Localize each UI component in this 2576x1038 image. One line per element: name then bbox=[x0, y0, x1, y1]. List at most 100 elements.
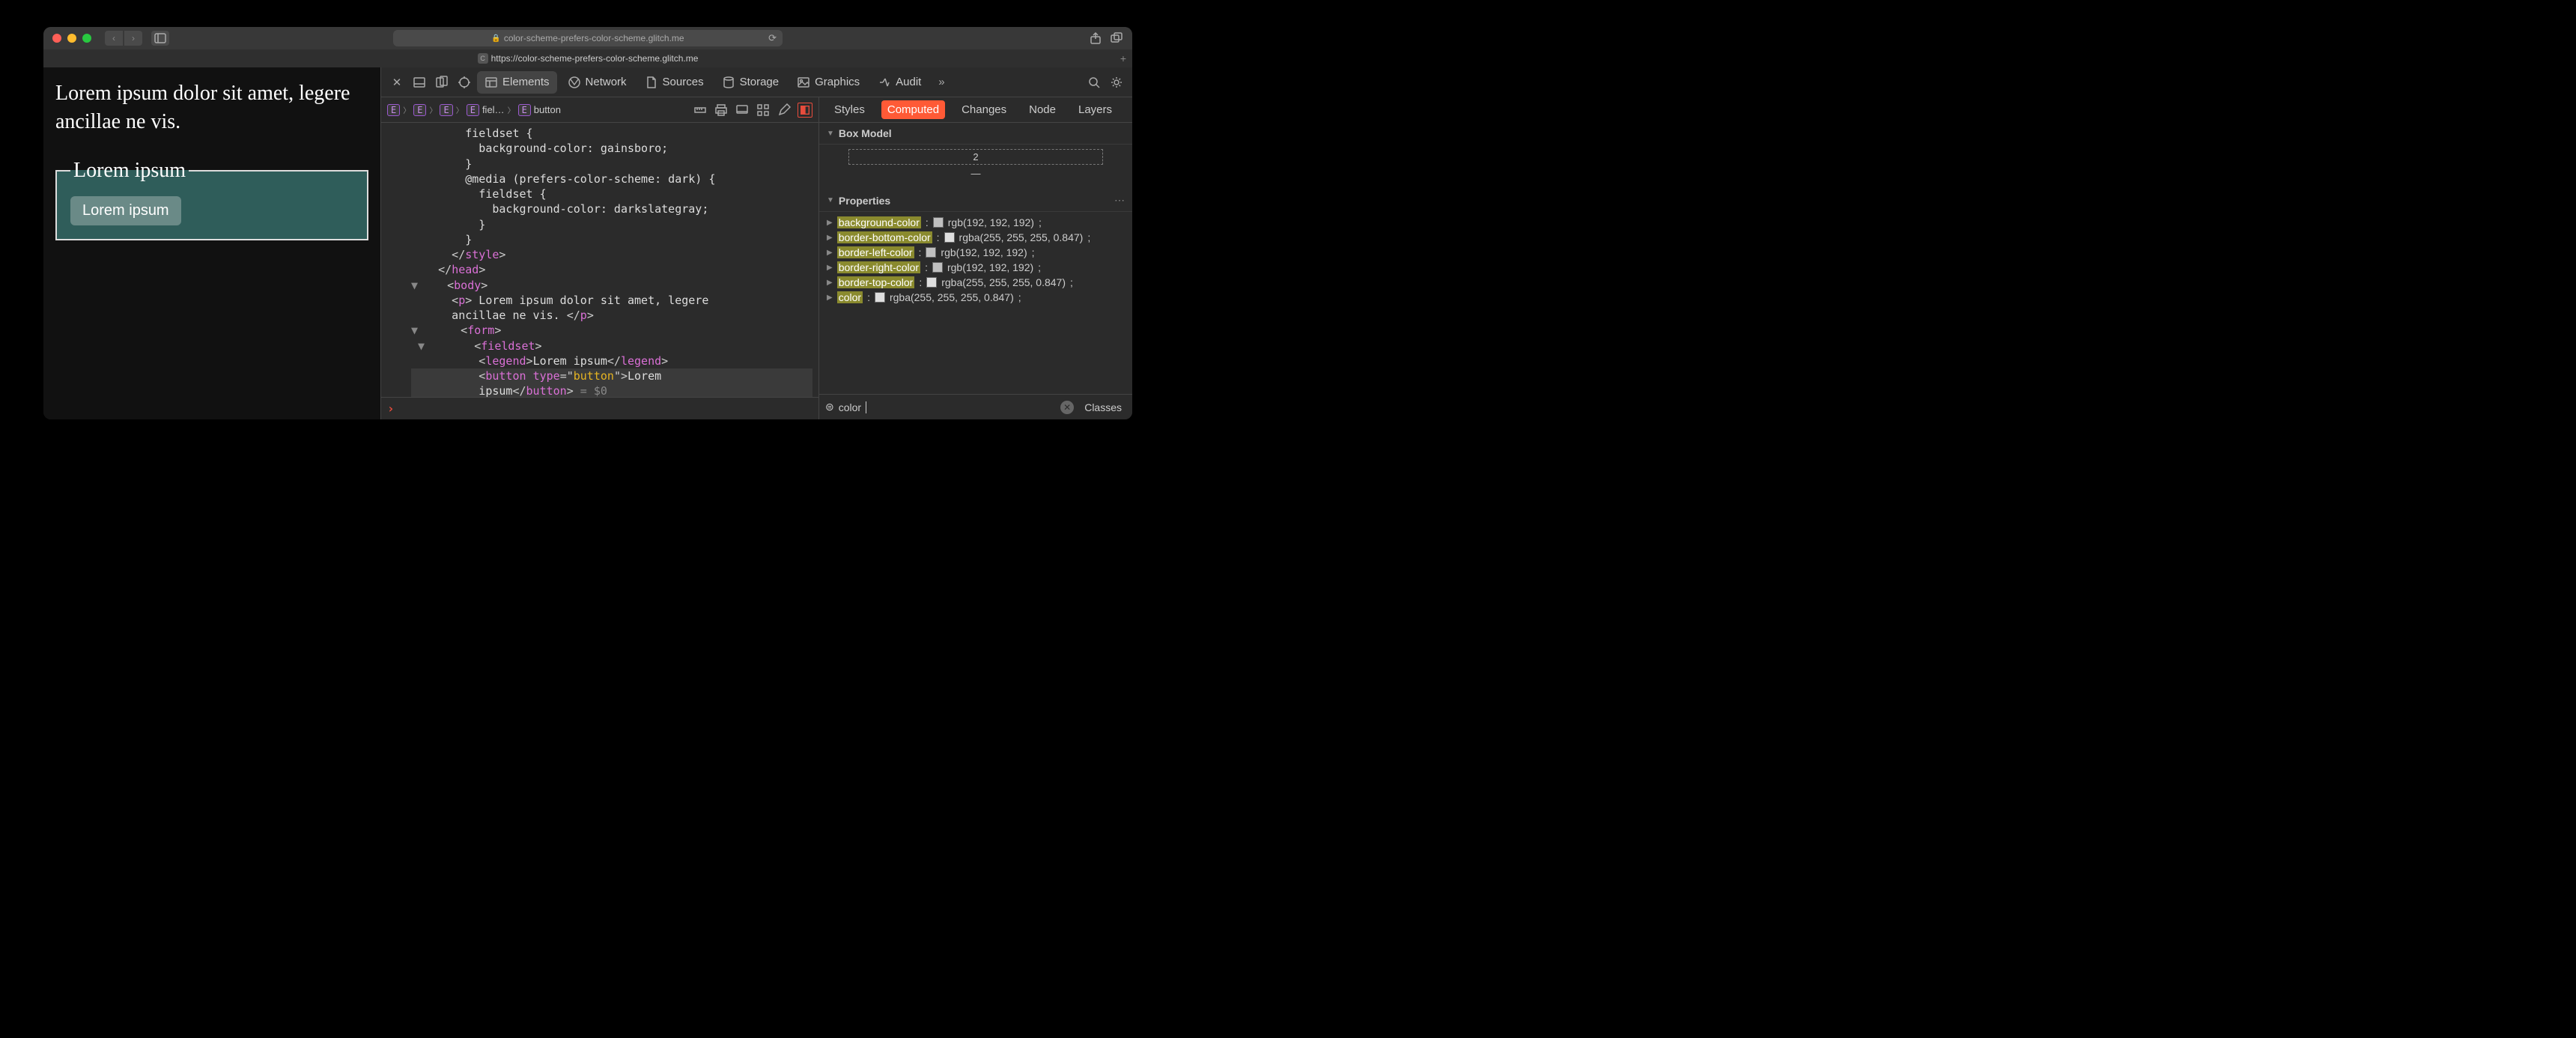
color-swatch[interactable] bbox=[932, 262, 943, 273]
color-swatch[interactable] bbox=[926, 277, 937, 288]
page-paragraph: Lorem ipsum dolor sit amet, legere ancil… bbox=[55, 79, 368, 136]
devtools-tabbar: ✕ Elements Network Sources bbox=[381, 67, 1132, 97]
color-swatch[interactable] bbox=[875, 292, 885, 303]
breadcrumb-item[interactable]: E bbox=[440, 104, 452, 116]
tab-graphics-label: Graphics bbox=[815, 76, 860, 88]
property-row[interactable]: ▶border-bottom-color:rgba(255, 255, 255,… bbox=[827, 230, 1125, 245]
close-button[interactable] bbox=[52, 34, 61, 43]
tab-styles[interactable]: Styles bbox=[828, 100, 871, 119]
property-name: border-left-color bbox=[837, 246, 914, 258]
maximize-button[interactable] bbox=[82, 34, 91, 43]
property-row[interactable]: ▶border-top-color:rgba(255, 255, 255, 0.… bbox=[827, 275, 1125, 290]
elements-panel: E〉 E〉 E〉 Efiel…〉 Ebutton bbox=[381, 97, 819, 419]
back-button[interactable]: ‹ bbox=[105, 31, 123, 46]
print-icon[interactable] bbox=[714, 103, 729, 118]
console-bar[interactable]: › bbox=[381, 397, 818, 419]
page-button[interactable]: Lorem ipsum bbox=[70, 196, 181, 225]
rendered-page: Lorem ipsum dolor sit amet, legere ancil… bbox=[43, 67, 380, 419]
color-swatch[interactable] bbox=[933, 217, 944, 228]
disclosure-triangle-icon: ▼ bbox=[827, 130, 834, 138]
tab-sources-label: Sources bbox=[663, 76, 704, 88]
devtools: ✕ Elements Network Sources bbox=[380, 67, 1132, 419]
disclosure-triangle-icon: ▶ bbox=[827, 294, 833, 302]
grid-icon[interactable] bbox=[756, 103, 771, 118]
tab-computed[interactable]: Computed bbox=[881, 100, 945, 119]
new-tab-button[interactable]: + bbox=[1120, 52, 1126, 64]
sidebar-toggle-button[interactable] bbox=[151, 31, 169, 46]
reload-button[interactable]: ⟳ bbox=[768, 32, 777, 44]
dom-tree[interactable]: fieldset { background-color: gainsboro; … bbox=[381, 123, 818, 397]
filter-icon: ⊜ bbox=[825, 401, 834, 413]
color-swatch[interactable] bbox=[926, 247, 936, 258]
devtools-body: E〉 E〉 E〉 Efiel…〉 Ebutton bbox=[381, 97, 1132, 419]
tab-layers[interactable]: Layers bbox=[1072, 100, 1118, 119]
property-value: rgb(192, 192, 192) bbox=[948, 216, 1034, 228]
classes-button[interactable]: Classes bbox=[1080, 400, 1126, 415]
property-row[interactable]: ▶border-right-color:rgb(192, 192, 192); bbox=[827, 260, 1125, 275]
breadcrumb-item[interactable]: Ebutton bbox=[518, 104, 561, 116]
nav-arrows: ‹ › bbox=[105, 31, 142, 46]
tab-changes[interactable]: Changes bbox=[956, 100, 1012, 119]
inspect-element-button[interactable] bbox=[455, 73, 474, 92]
titlebar-right bbox=[1089, 31, 1123, 45]
breadcrumb-tools bbox=[693, 103, 812, 118]
property-value: rgba(255, 255, 255, 0.847) bbox=[890, 291, 1014, 303]
property-row[interactable]: ▶background-color:rgb(192, 192, 192); bbox=[827, 215, 1125, 230]
box-model-header[interactable]: ▼ Box Model bbox=[819, 123, 1132, 145]
properties-options-icon[interactable]: ⋯ bbox=[1114, 194, 1125, 207]
ruler-icon[interactable] bbox=[693, 103, 708, 118]
tab-network[interactable]: Network bbox=[560, 71, 634, 94]
tab-sources[interactable]: Sources bbox=[637, 71, 711, 94]
disclosure-triangle-icon: ▶ bbox=[827, 249, 833, 257]
property-value: rgb(192, 192, 192) bbox=[941, 246, 1027, 258]
address-text: color-scheme-prefers-color-scheme.glitch… bbox=[504, 33, 684, 43]
browser-window: ‹ › 🔒 color-scheme-prefers-color-scheme.… bbox=[43, 27, 1132, 419]
more-tabs-button[interactable]: » bbox=[932, 73, 951, 92]
dock-bottom-button[interactable] bbox=[410, 73, 429, 92]
disclosure-triangle-icon: ▶ bbox=[827, 219, 833, 227]
page-legend: Lorem ipsum bbox=[70, 159, 189, 183]
property-value: rgba(255, 255, 255, 0.847) bbox=[941, 276, 1066, 288]
dock-side-button[interactable] bbox=[432, 73, 452, 92]
box-model-title: Box Model bbox=[839, 127, 892, 139]
properties-header[interactable]: ▼ Properties ⋯ bbox=[819, 189, 1132, 212]
filter-input[interactable]: ⊜ color ✕ bbox=[825, 401, 1074, 414]
close-devtools-button[interactable]: ✕ bbox=[387, 73, 407, 92]
share-button[interactable] bbox=[1089, 31, 1102, 45]
breadcrumb-item[interactable]: Efiel… bbox=[467, 104, 505, 116]
paint-icon[interactable] bbox=[777, 103, 792, 118]
tab-audit-label: Audit bbox=[896, 76, 921, 88]
titlebar: ‹ › 🔒 color-scheme-prefers-color-scheme.… bbox=[43, 27, 1132, 49]
color-swatch[interactable] bbox=[944, 232, 955, 243]
tab-node[interactable]: Node bbox=[1023, 100, 1062, 119]
styles-tabs: Styles Computed Changes Node Layers bbox=[819, 97, 1132, 123]
breadcrumb-bar: E〉 E〉 E〉 Efiel…〉 Ebutton bbox=[381, 97, 818, 123]
search-button[interactable] bbox=[1084, 73, 1104, 92]
tab-title[interactable]: https://color-scheme-prefers-color-schem… bbox=[491, 53, 699, 64]
breadcrumb-item[interactable]: E bbox=[387, 104, 400, 116]
disclosure-triangle-icon: ▼ bbox=[827, 196, 834, 204]
settings-button[interactable] bbox=[1107, 73, 1126, 92]
page-form: Lorem ipsum Lorem ipsum bbox=[55, 159, 368, 240]
tab-elements[interactable]: Elements bbox=[477, 71, 557, 94]
tab-storage-label: Storage bbox=[740, 76, 780, 88]
tabs-overview-button[interactable] bbox=[1110, 31, 1123, 45]
property-row[interactable]: ▶color:rgba(255, 255, 255, 0.847); bbox=[827, 290, 1125, 305]
properties-list: ▶background-color:rgb(192, 192, 192);▶bo… bbox=[819, 212, 1132, 394]
lock-icon: 🔒 bbox=[491, 34, 500, 43]
property-name: border-right-color bbox=[837, 261, 920, 273]
property-row[interactable]: ▶border-left-color:rgb(192, 192, 192); bbox=[827, 245, 1125, 260]
device-icon[interactable] bbox=[735, 103, 750, 118]
breadcrumb-item[interactable]: E bbox=[413, 104, 426, 116]
tab-graphics[interactable]: Graphics bbox=[789, 71, 867, 94]
box-model-diagram: 2 — bbox=[819, 145, 1132, 189]
forward-button[interactable]: › bbox=[124, 31, 142, 46]
compositing-icon[interactable] bbox=[798, 103, 812, 118]
clear-filter-button[interactable]: ✕ bbox=[1060, 401, 1074, 414]
filter-row: ⊜ color ✕ Classes bbox=[819, 394, 1132, 419]
tab-audit[interactable]: Audit bbox=[870, 71, 929, 94]
disclosure-triangle-icon: ▶ bbox=[827, 234, 833, 242]
tab-storage[interactable]: Storage bbox=[714, 71, 787, 94]
address-bar[interactable]: 🔒 color-scheme-prefers-color-scheme.glit… bbox=[393, 30, 783, 46]
minimize-button[interactable] bbox=[67, 34, 76, 43]
